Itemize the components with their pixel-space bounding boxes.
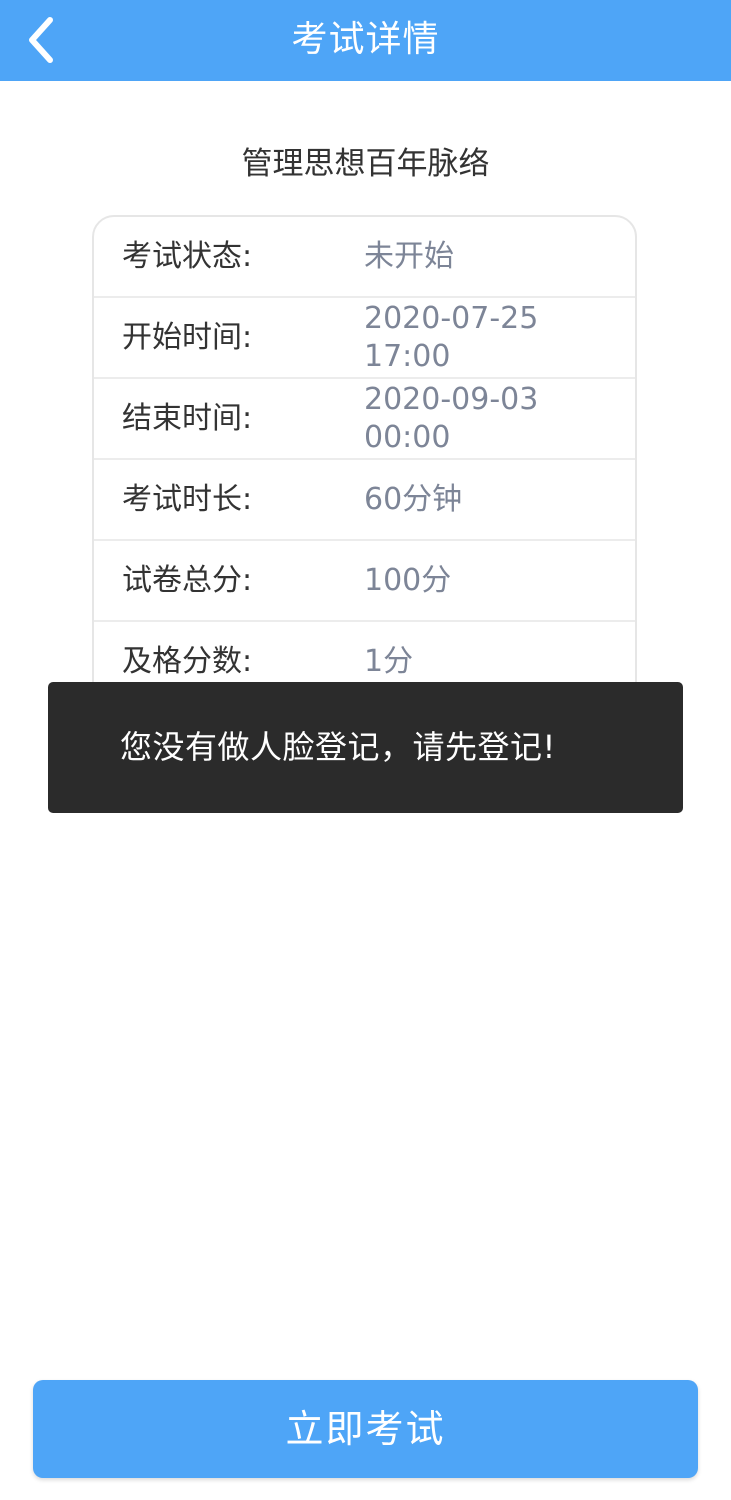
info-row-total-score: 试卷总分: 100分	[94, 541, 635, 622]
info-value: 100分	[364, 541, 624, 620]
info-value: 未开始	[364, 217, 624, 296]
info-value-line: 100分	[364, 562, 452, 598]
info-label: 考试状态:	[122, 239, 253, 274]
info-value-line: 17:00	[364, 338, 451, 374]
start-exam-button[interactable]: 立即考试	[33, 1380, 698, 1478]
info-value-line: 60分钟	[364, 481, 463, 517]
app-header: 考试详情	[0, 0, 731, 81]
info-value-line: 2020-07-25	[364, 300, 539, 336]
info-row-status: 考试状态: 未开始	[94, 217, 635, 298]
info-value-line: 2020-09-03	[364, 381, 539, 417]
toast-message: 您没有做人脸登记，请先登记!	[48, 682, 683, 813]
exam-name: 管理思想百年脉络	[241, 146, 490, 182]
info-value: 2020-09-03 00:00	[364, 379, 624, 458]
info-label: 开始时间:	[122, 320, 253, 355]
info-row-duration: 考试时长: 60分钟	[94, 460, 635, 541]
info-label: 考试时长:	[122, 482, 253, 517]
info-value-line: 1分	[364, 643, 414, 679]
page-title: 考试详情	[291, 19, 440, 60]
info-row-end-time: 结束时间: 2020-09-03 00:00	[94, 379, 635, 460]
info-value-line: 未开始	[364, 238, 454, 274]
info-label: 结束时间:	[122, 401, 253, 436]
info-value-line: 00:00	[364, 419, 451, 455]
info-value: 60分钟	[364, 460, 624, 539]
info-row-start-time: 开始时间: 2020-07-25 17:00	[94, 298, 635, 379]
info-label: 试卷总分:	[122, 563, 253, 598]
info-value: 2020-07-25 17:00	[364, 298, 624, 377]
